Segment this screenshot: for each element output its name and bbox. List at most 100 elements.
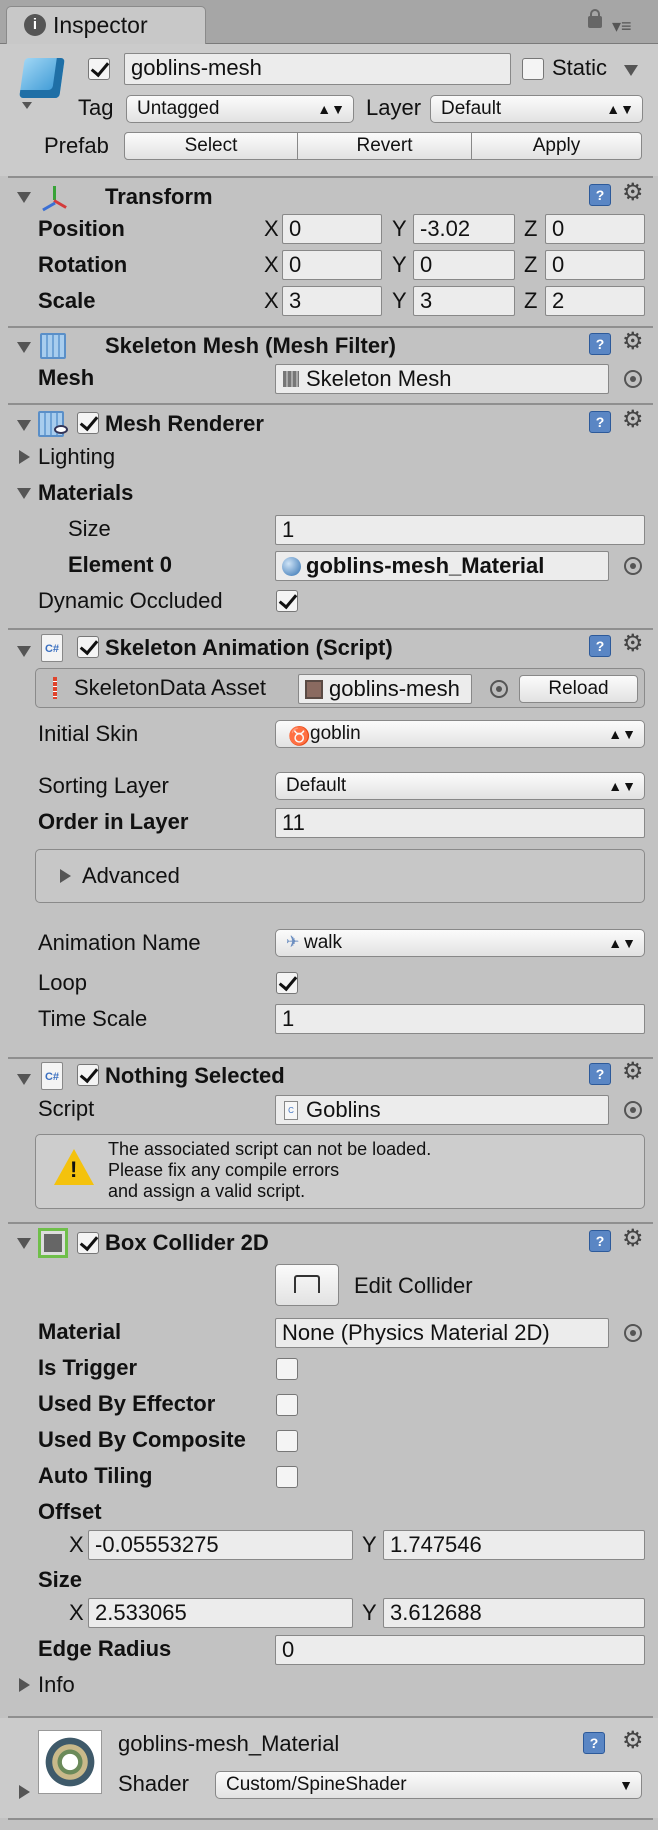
help-icon[interactable]: ? xyxy=(589,184,611,206)
loop-checkbox[interactable] xyxy=(276,972,298,994)
gear-icon[interactable]: ⚙ xyxy=(622,1227,644,1251)
material-foldout-arrow[interactable] xyxy=(19,1785,30,1799)
help-icon[interactable]: ? xyxy=(589,1230,611,1252)
box-collider-enabled-checkbox[interactable] xyxy=(77,1232,99,1254)
initial-skin-dropdown[interactable]: ♉ goblin ▲▼ xyxy=(275,720,645,748)
info-label[interactable]: Info xyxy=(38,1671,75,1699)
materials-label[interactable]: Materials xyxy=(38,479,133,507)
element-0-value: goblins-mesh_Material xyxy=(306,553,545,578)
gear-icon[interactable]: ⚙ xyxy=(622,1729,644,1753)
sorting-layer-dropdown[interactable]: Default ▲▼ xyxy=(275,772,645,800)
help-icon[interactable]: ? xyxy=(589,635,611,657)
scale-label: Scale xyxy=(38,288,96,313)
object-picker-icon[interactable] xyxy=(624,557,642,575)
mesh-renderer-enabled-checkbox[interactable] xyxy=(77,412,99,434)
object-name-field[interactable]: goblins-mesh xyxy=(124,53,511,85)
object-picker-icon[interactable] xyxy=(490,680,508,698)
skeleton-animation-foldout-arrow[interactable] xyxy=(17,646,31,657)
chevron-down-icon: ▼ xyxy=(619,1777,633,1793)
edit-collider-icon xyxy=(294,1275,320,1293)
scale-x-field[interactable]: 3 xyxy=(282,286,382,316)
animation-name-dropdown[interactable]: ✈ walk ▲▼ xyxy=(275,929,645,957)
mesh-renderer-title: Mesh Renderer xyxy=(105,411,264,436)
rotation-z-field[interactable]: 0 xyxy=(545,250,645,280)
skeleton-animation-enabled-checkbox[interactable] xyxy=(77,636,99,658)
gear-icon[interactable]: ⚙ xyxy=(622,1060,644,1084)
tag-dropdown[interactable]: Untagged ▲▼ xyxy=(126,95,354,123)
skeleton-data-asset-field[interactable]: goblins-mesh xyxy=(298,674,472,704)
used-by-composite-checkbox[interactable] xyxy=(276,1430,298,1452)
shader-dropdown[interactable]: Custom/SpineShader ▼ xyxy=(215,1771,642,1799)
gear-icon[interactable]: ⚙ xyxy=(622,632,644,656)
edge-radius-field[interactable]: 0 xyxy=(275,1635,645,1665)
sorting-layer-value: Default xyxy=(286,775,347,796)
dynamic-occluded-checkbox[interactable] xyxy=(276,590,298,612)
static-dropdown-arrow[interactable] xyxy=(624,65,638,76)
nothing-selected-title: Nothing Selected xyxy=(105,1063,285,1088)
advanced-box[interactable]: Advanced xyxy=(35,849,645,903)
prefab-apply-button[interactable]: Apply xyxy=(471,132,642,160)
mesh-renderer-foldout-arrow[interactable] xyxy=(17,420,31,431)
offset-y-field[interactable]: 1.747546 xyxy=(383,1530,645,1560)
rotation-x-field[interactable]: 0 xyxy=(282,250,382,280)
gear-icon[interactable]: ⚙ xyxy=(622,330,644,354)
used-by-effector-checkbox[interactable] xyxy=(276,1394,298,1416)
help-icon[interactable]: ? xyxy=(589,411,611,433)
position-x-field[interactable]: 0 xyxy=(282,214,382,244)
active-checkbox[interactable] xyxy=(88,58,110,80)
materials-size-field[interactable]: 1 xyxy=(275,515,645,545)
icon-dropdown-arrow[interactable] xyxy=(22,102,32,109)
lighting-foldout-arrow[interactable] xyxy=(19,450,30,464)
csharp-script-icon: C# xyxy=(41,1062,63,1090)
tab-inspector[interactable]: i Inspector xyxy=(6,6,206,45)
mesh-filter-title: Skeleton Mesh (Mesh Filter) xyxy=(105,333,396,358)
position-y-field[interactable]: -3.02 xyxy=(413,214,515,244)
advanced-foldout-arrow[interactable] xyxy=(60,869,71,883)
gear-icon[interactable]: ⚙ xyxy=(622,181,644,205)
warning-line-3: and assign a valid script. xyxy=(108,1181,306,1201)
layer-value: Default xyxy=(441,98,502,119)
prefab-select-button[interactable]: Select xyxy=(124,132,298,160)
object-picker-icon[interactable] xyxy=(624,1101,642,1119)
object-picker-icon[interactable] xyxy=(624,1324,642,1342)
time-scale-field[interactable]: 1 xyxy=(275,1004,645,1034)
position-z-field[interactable]: 0 xyxy=(545,214,645,244)
materials-foldout-arrow[interactable] xyxy=(17,488,31,499)
mesh-filter-foldout-arrow[interactable] xyxy=(17,342,31,353)
object-picker-icon[interactable] xyxy=(624,370,642,388)
prefab-revert-button[interactable]: Revert xyxy=(297,132,472,160)
nothing-selected-enabled-checkbox[interactable] xyxy=(77,1064,99,1086)
x-label: X xyxy=(69,1532,84,1557)
scale-y-field[interactable]: 3 xyxy=(413,286,515,316)
element-0-field[interactable]: goblins-mesh_Material xyxy=(275,551,609,581)
scale-z-field[interactable]: 2 xyxy=(545,286,645,316)
size-x-field[interactable]: 2.533065 xyxy=(88,1598,353,1628)
tag-value: Untagged xyxy=(137,98,220,119)
help-icon[interactable]: ? xyxy=(589,1063,611,1085)
menu-icon[interactable]: ▾≡ xyxy=(612,17,632,35)
info-foldout-arrow[interactable] xyxy=(19,1678,30,1692)
transform-foldout-arrow[interactable] xyxy=(17,192,31,203)
used-by-effector-label: Used By Effector xyxy=(38,1391,216,1416)
rotation-y-field[interactable]: 0 xyxy=(413,250,515,280)
gear-icon[interactable]: ⚙ xyxy=(622,408,644,432)
size-y-field[interactable]: 3.612688 xyxy=(383,1598,645,1628)
lighting-label[interactable]: Lighting xyxy=(38,443,115,471)
nothing-selected-foldout-arrow[interactable] xyxy=(17,1074,31,1085)
auto-tiling-checkbox[interactable] xyxy=(276,1466,298,1488)
offset-x-field[interactable]: -0.05553275 xyxy=(88,1530,353,1560)
static-checkbox[interactable] xyxy=(522,58,544,80)
reload-button[interactable]: Reload xyxy=(519,675,638,703)
mesh-field[interactable]: Skeleton Mesh xyxy=(275,364,609,394)
object-header: goblins-mesh Static Tag Untagged ▲▼ Layer… xyxy=(0,44,658,176)
help-icon[interactable]: ? xyxy=(589,333,611,355)
script-field[interactable]: C Goblins xyxy=(275,1095,609,1125)
collider-material-field[interactable]: None (Physics Material 2D) xyxy=(275,1318,609,1348)
help-icon[interactable]: ? xyxy=(583,1732,605,1754)
box-collider-foldout-arrow[interactable] xyxy=(17,1238,31,1249)
order-in-layer-field[interactable]: 11 xyxy=(275,808,645,838)
layer-dropdown[interactable]: Default ▲▼ xyxy=(430,95,643,123)
box-collider-icon xyxy=(38,1228,68,1258)
edit-collider-button[interactable] xyxy=(275,1264,339,1306)
is-trigger-checkbox[interactable] xyxy=(276,1358,298,1380)
